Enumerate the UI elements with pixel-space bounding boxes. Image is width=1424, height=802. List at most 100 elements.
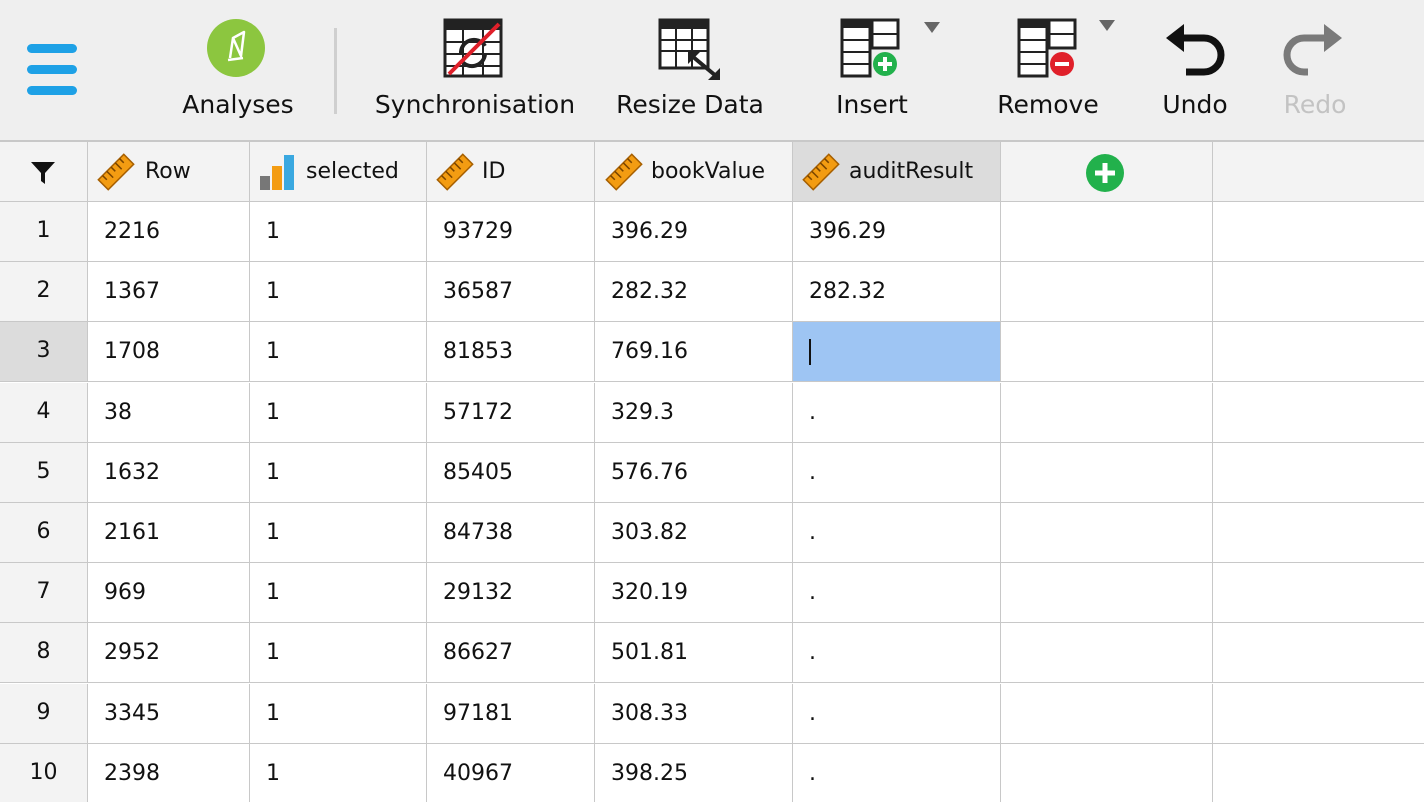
row-number[interactable]: 2 [0, 262, 88, 322]
row-number[interactable]: 6 [0, 503, 88, 563]
cell-bookvalue[interactable]: 769.16 [595, 322, 793, 382]
cell-auditresult[interactable]: . [793, 684, 1001, 744]
empty-cell[interactable] [1001, 503, 1213, 563]
cell-auditresult[interactable]: . [793, 563, 1001, 623]
cell-auditresult[interactable]: . [793, 623, 1001, 683]
plus-circle-icon[interactable] [1085, 153, 1125, 193]
row-number[interactable]: 10 [0, 744, 88, 802]
row-number[interactable]: 1 [0, 202, 88, 262]
empty-cell[interactable] [1001, 744, 1213, 802]
cell-id[interactable]: 97181 [427, 684, 595, 744]
cell-selected[interactable]: 1 [250, 383, 427, 443]
cell-selected[interactable]: 1 [250, 623, 427, 683]
insert-dropdown-arrow-icon[interactable] [924, 22, 940, 33]
row-number[interactable]: 3 [0, 322, 88, 382]
remove-dropdown-arrow-icon[interactable] [1099, 20, 1115, 31]
empty-cell[interactable] [1213, 443, 1424, 503]
scale-ruler-icon [802, 153, 840, 191]
cell-auditresult[interactable]: . [793, 443, 1001, 503]
cell-selected[interactable]: 1 [250, 744, 427, 802]
cell-row[interactable]: 38 [88, 383, 250, 443]
empty-cell[interactable] [1213, 322, 1424, 382]
empty-cell[interactable] [1001, 322, 1213, 382]
cell-row[interactable]: 2952 [88, 623, 250, 683]
column-header-row[interactable]: Row [88, 142, 250, 202]
empty-column-header [1213, 142, 1424, 202]
cell-auditresult[interactable]: 396.29 [793, 202, 1001, 262]
cell-id[interactable]: 40967 [427, 744, 595, 802]
cell-selected[interactable]: 1 [250, 443, 427, 503]
cell-auditresult[interactable]: . [793, 383, 1001, 443]
cell-selected[interactable]: 1 [250, 322, 427, 382]
analyses-button[interactable]: Analyses [170, 0, 306, 142]
synchronisation-button[interactable]: Synchronisation [370, 0, 580, 142]
column-header-id[interactable]: ID [427, 142, 595, 202]
empty-cell[interactable] [1213, 383, 1424, 443]
empty-cell[interactable] [1213, 563, 1424, 623]
cell-row[interactable]: 3345 [88, 684, 250, 744]
cell-bookvalue[interactable]: 576.76 [595, 443, 793, 503]
empty-cell[interactable] [1001, 684, 1213, 744]
row-number[interactable]: 7 [0, 563, 88, 623]
row-number[interactable]: 5 [0, 443, 88, 503]
cell-row[interactable]: 1632 [88, 443, 250, 503]
cell-id[interactable]: 86627 [427, 623, 595, 683]
cell-bookvalue[interactable]: 303.82 [595, 503, 793, 563]
column-header-auditresult[interactable]: auditResult [793, 142, 1001, 202]
cell-row[interactable]: 969 [88, 563, 250, 623]
empty-cell[interactable] [1213, 503, 1424, 563]
cell-row[interactable]: 2216 [88, 202, 250, 262]
insert-button[interactable]: Insert [820, 0, 924, 142]
cell-id[interactable]: 93729 [427, 202, 595, 262]
cell-id[interactable]: 29132 [427, 563, 595, 623]
column-header-selected[interactable]: selected [250, 142, 427, 202]
cell-selected[interactable]: 1 [250, 202, 427, 262]
cell-row[interactable]: 2161 [88, 503, 250, 563]
cell-bookvalue[interactable]: 398.25 [595, 744, 793, 802]
cell-bookvalue[interactable]: 501.81 [595, 623, 793, 683]
cell-selected[interactable]: 1 [250, 684, 427, 744]
cell-bookvalue[interactable]: 282.32 [595, 262, 793, 322]
cell-id[interactable]: 36587 [427, 262, 595, 322]
cell-bookvalue[interactable]: 396.29 [595, 202, 793, 262]
empty-cell[interactable] [1213, 684, 1424, 744]
empty-cell[interactable] [1213, 744, 1424, 802]
remove-button[interactable]: Remove [990, 0, 1106, 142]
empty-cell[interactable] [1213, 202, 1424, 262]
cell-auditresult[interactable]: 282.32 [793, 262, 1001, 322]
cell-id[interactable]: 57172 [427, 383, 595, 443]
empty-cell[interactable] [1001, 262, 1213, 322]
row-number[interactable]: 8 [0, 623, 88, 683]
hamburger-menu-icon[interactable] [27, 44, 77, 96]
column-header-bookvalue[interactable]: bookValue [595, 142, 793, 202]
empty-cell[interactable] [1001, 563, 1213, 623]
empty-cell[interactable] [1001, 383, 1213, 443]
cell-row[interactable]: 1708 [88, 322, 250, 382]
empty-cell[interactable] [1001, 443, 1213, 503]
add-column-header[interactable] [1001, 142, 1213, 202]
resize-data-button[interactable]: Resize Data [612, 0, 768, 142]
cell-bookvalue[interactable]: 320.19 [595, 563, 793, 623]
cell-selected[interactable]: 1 [250, 262, 427, 322]
row-number[interactable]: 9 [0, 684, 88, 744]
row-number[interactable]: 4 [0, 383, 88, 443]
cell-auditresult[interactable]: . [793, 503, 1001, 563]
cell-id[interactable]: 81853 [427, 322, 595, 382]
redo-button[interactable]: Redo [1270, 0, 1360, 142]
empty-cell[interactable] [1001, 623, 1213, 683]
cell-id[interactable]: 85405 [427, 443, 595, 503]
cell-auditresult[interactable]: . [793, 744, 1001, 802]
cell-auditresult-editing[interactable] [793, 322, 1001, 382]
undo-button[interactable]: Undo [1150, 0, 1240, 142]
cell-bookvalue[interactable]: 329.3 [595, 383, 793, 443]
cell-bookvalue[interactable]: 308.33 [595, 684, 793, 744]
filter-header[interactable] [0, 142, 88, 202]
cell-row[interactable]: 1367 [88, 262, 250, 322]
cell-selected[interactable]: 1 [250, 563, 427, 623]
cell-selected[interactable]: 1 [250, 503, 427, 563]
cell-row[interactable]: 2398 [88, 744, 250, 802]
empty-cell[interactable] [1001, 202, 1213, 262]
cell-id[interactable]: 84738 [427, 503, 595, 563]
empty-cell[interactable] [1213, 623, 1424, 683]
empty-cell[interactable] [1213, 262, 1424, 322]
